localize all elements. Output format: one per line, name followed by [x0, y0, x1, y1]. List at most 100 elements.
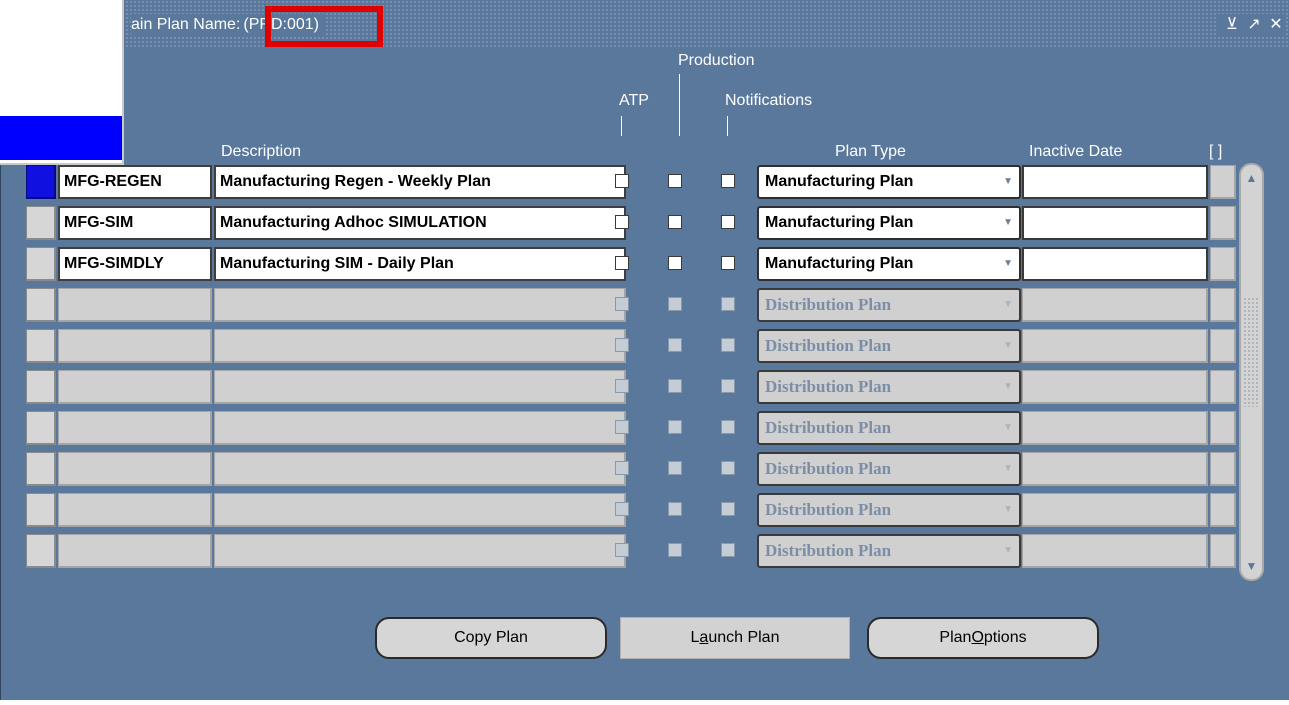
table-row[interactable]: Distribution Plan ▼	[26, 491, 1246, 527]
production-checkbox[interactable]	[668, 338, 682, 352]
copy-plan-button[interactable]: Copy Plan	[375, 617, 607, 659]
plan-name-field[interactable]	[58, 452, 212, 486]
inactive-date-field[interactable]	[1022, 411, 1208, 445]
plan-name-field[interactable]: MFG-SIM	[58, 206, 212, 240]
notifications-checkbox[interactable]	[721, 256, 735, 270]
window-titlebar[interactable]: ain Plan Name: (PRD:001) ⊻ ↗ ✕	[1, 0, 1289, 48]
notifications-checkbox[interactable]	[721, 420, 735, 434]
flexfield-cell[interactable]	[1210, 493, 1236, 527]
production-checkbox[interactable]	[668, 502, 682, 516]
plan-type-select[interactable]: Distribution Plan ▼	[757, 493, 1021, 527]
atp-checkbox[interactable]	[615, 256, 629, 270]
plan-type-select[interactable]: Distribution Plan ▼	[757, 452, 1021, 486]
plan-name-field[interactable]	[58, 411, 212, 445]
launch-plan-button[interactable]: La unch Plan	[620, 617, 850, 659]
inactive-date-field[interactable]	[1022, 206, 1208, 240]
minimize-icon[interactable]: ⊻	[1222, 14, 1242, 36]
plan-description-field[interactable]	[214, 411, 626, 445]
plan-description-field[interactable]: Manufacturing SIM - Daily Plan	[214, 247, 626, 281]
production-checkbox[interactable]	[668, 256, 682, 270]
plan-description-field[interactable]: Manufacturing Regen - Weekly Plan	[214, 165, 626, 199]
atp-checkbox[interactable]	[615, 420, 629, 434]
plan-description-field[interactable]	[214, 452, 626, 486]
table-row[interactable]: Distribution Plan ▼	[26, 532, 1246, 568]
inactive-date-field[interactable]	[1022, 165, 1208, 199]
plan-name-field[interactable]	[58, 370, 212, 404]
atp-checkbox[interactable]	[615, 543, 629, 557]
table-row[interactable]: Distribution Plan ▼	[26, 327, 1246, 363]
inactive-date-field[interactable]	[1022, 370, 1208, 404]
flexfield-cell[interactable]	[1210, 452, 1236, 486]
flexfield-cell[interactable]	[1210, 206, 1236, 240]
notifications-checkbox[interactable]	[721, 174, 735, 188]
plan-type-select[interactable]: Distribution Plan ▼	[757, 370, 1021, 404]
row-selector[interactable]	[26, 370, 56, 404]
flexfield-cell[interactable]	[1210, 370, 1236, 404]
atp-checkbox[interactable]	[615, 297, 629, 311]
row-selector[interactable]	[26, 206, 56, 240]
flexfield-cell[interactable]	[1210, 165, 1236, 199]
scroll-up-icon[interactable]: ▲	[1243, 167, 1260, 189]
scroll-thumb[interactable]	[1243, 297, 1260, 407]
plan-name-field[interactable]: MFG-REGEN	[58, 165, 212, 199]
inactive-date-field[interactable]	[1022, 493, 1208, 527]
plan-name-field[interactable]	[58, 329, 212, 363]
flexfield-cell[interactable]	[1210, 288, 1236, 322]
production-checkbox[interactable]	[668, 420, 682, 434]
plan-type-select[interactable]: Manufacturing Plan ▼	[757, 165, 1021, 199]
inactive-date-field[interactable]	[1022, 534, 1208, 568]
notifications-checkbox[interactable]	[721, 379, 735, 393]
plan-name-field[interactable]: MFG-SIMDLY	[58, 247, 212, 281]
close-icon[interactable]: ✕	[1266, 14, 1286, 36]
plan-name-field[interactable]	[58, 493, 212, 527]
flexfield-cell[interactable]	[1210, 247, 1236, 281]
table-row[interactable]: MFG-REGEN Manufacturing Regen - Weekly Pl…	[26, 163, 1246, 199]
flexfield-cell[interactable]	[1210, 534, 1236, 568]
scroll-down-icon[interactable]: ▼	[1243, 555, 1260, 577]
notifications-checkbox[interactable]	[721, 461, 735, 475]
maximize-icon[interactable]: ↗	[1244, 14, 1264, 36]
plan-type-select[interactable]: Distribution Plan ▼	[757, 411, 1021, 445]
atp-checkbox[interactable]	[615, 502, 629, 516]
plan-description-field[interactable]	[214, 370, 626, 404]
atp-checkbox[interactable]	[615, 215, 629, 229]
notifications-checkbox[interactable]	[721, 543, 735, 557]
row-selector[interactable]	[26, 288, 56, 322]
inactive-date-field[interactable]	[1022, 288, 1208, 322]
notifications-checkbox[interactable]	[721, 297, 735, 311]
table-row[interactable]: MFG-SIMDLY Manufacturing SIM - Daily Plan…	[26, 245, 1246, 281]
plan-description-field[interactable]: Manufacturing Adhoc SIMULATION	[214, 206, 626, 240]
production-checkbox[interactable]	[668, 543, 682, 557]
row-selector[interactable]	[26, 165, 56, 199]
production-checkbox[interactable]	[668, 461, 682, 475]
row-selector[interactable]	[26, 534, 56, 568]
production-checkbox[interactable]	[668, 379, 682, 393]
row-selector[interactable]	[26, 493, 56, 527]
plan-type-select[interactable]: Distribution Plan ▼	[757, 329, 1021, 363]
flexfield-cell[interactable]	[1210, 329, 1236, 363]
table-row[interactable]: MFG-SIM Manufacturing Adhoc SIMULATION Man…	[26, 204, 1246, 240]
overlay-selection[interactable]	[0, 116, 122, 160]
row-selector[interactable]	[26, 452, 56, 486]
inactive-date-field[interactable]	[1022, 452, 1208, 486]
plan-name-field[interactable]	[58, 534, 212, 568]
plan-type-select[interactable]: Distribution Plan ▼	[757, 288, 1021, 322]
atp-checkbox[interactable]	[615, 174, 629, 188]
plan-name-field[interactable]	[58, 288, 212, 322]
inactive-date-field[interactable]	[1022, 247, 1208, 281]
header-flex[interactable]: [ ]	[1209, 143, 1222, 161]
plan-type-select[interactable]: Manufacturing Plan ▼	[757, 206, 1021, 240]
plan-type-select[interactable]: Distribution Plan ▼	[757, 534, 1021, 568]
production-checkbox[interactable]	[668, 297, 682, 311]
atp-checkbox[interactable]	[615, 379, 629, 393]
notifications-checkbox[interactable]	[721, 215, 735, 229]
vertical-scrollbar[interactable]: ▲ ▼	[1239, 163, 1264, 581]
inactive-date-field[interactable]	[1022, 329, 1208, 363]
flexfield-cell[interactable]	[1210, 411, 1236, 445]
plan-description-field[interactable]	[214, 288, 626, 322]
row-selector[interactable]	[26, 247, 56, 281]
table-row[interactable]: Distribution Plan ▼	[26, 409, 1246, 445]
atp-checkbox[interactable]	[615, 338, 629, 352]
table-row[interactable]: Distribution Plan ▼	[26, 286, 1246, 322]
production-checkbox[interactable]	[668, 174, 682, 188]
